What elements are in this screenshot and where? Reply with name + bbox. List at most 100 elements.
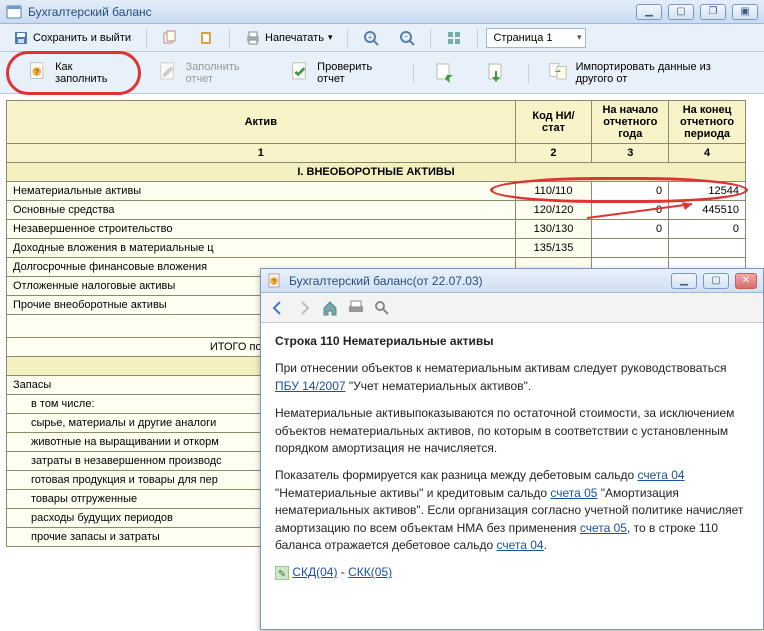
help-titlebar: ? Бухгалтерский баланс(от 22.07.03) ▁ ▢ … — [261, 269, 763, 293]
svg-text:+: + — [368, 33, 373, 42]
help-formula: ✎ СКД(04) - СКК(05) — [275, 564, 749, 581]
row-code[interactable]: 135/135 — [515, 239, 592, 258]
home-icon[interactable] — [321, 299, 339, 317]
row-begin[interactable]: 0 — [592, 182, 669, 201]
help-maximize-button[interactable]: ▢ — [703, 273, 729, 289]
export-icon — [433, 61, 457, 85]
restore-button[interactable]: ❐ — [700, 4, 726, 20]
link-pbu[interactable]: ПБУ 14/2007 — [275, 379, 346, 393]
link-skd[interactable]: СКД(04) — [292, 565, 337, 579]
page-label: Страница 1 — [493, 32, 552, 44]
separator — [347, 28, 348, 48]
zoom-in-button[interactable]: + — [356, 27, 386, 49]
printer-icon — [245, 30, 261, 46]
export-arrow-icon — [485, 61, 509, 85]
table-row: Доходные вложения в материальные ц 135/1… — [7, 239, 746, 258]
save-icon — [13, 30, 29, 46]
row-code[interactable]: 120/120 — [515, 201, 592, 220]
zoom-out-button[interactable]: − — [392, 27, 422, 49]
save-exit-label: Сохранить и выйти — [33, 32, 131, 44]
table-row: Основные средства 120/120 0 445510 — [7, 201, 746, 220]
link-account-05[interactable]: счета 05 — [580, 521, 627, 535]
row-begin[interactable]: 0 — [592, 220, 669, 239]
window-controls: ▁ ▢ ❐ ▣ — [636, 4, 758, 20]
header-end: На конец отчетного периода — [669, 101, 746, 144]
maximize-button[interactable]: ▢ — [668, 4, 694, 20]
print-label: Напечатать — [265, 32, 324, 44]
export-button-2[interactable] — [474, 56, 520, 90]
table-row: Нематериальные активы 110/110 0 12544 — [7, 182, 746, 201]
separator — [477, 28, 478, 48]
row-code[interactable]: 110/110 — [515, 182, 592, 201]
row-end[interactable]: 445510 — [669, 201, 746, 220]
svg-text:?: ? — [34, 68, 39, 77]
help-toolbar — [261, 293, 763, 323]
separator — [413, 63, 414, 83]
page-selector[interactable]: Страница 1 — [486, 28, 586, 48]
row-code[interactable]: 130/130 — [515, 220, 592, 239]
link-account-04[interactable]: счета 04 — [496, 538, 543, 552]
header-n2: 2 — [515, 144, 592, 163]
import-icon — [548, 61, 570, 85]
copy-icon — [162, 30, 178, 46]
section-1-title: I. ВНЕОБОРОТНЫЕ АКТИВЫ — [7, 163, 746, 182]
separator — [146, 28, 147, 48]
separator — [528, 63, 529, 83]
link-account-04[interactable]: счета 04 — [638, 468, 685, 482]
help-window: ? Бухгалтерский баланс(от 22.07.03) ▁ ▢ … — [260, 268, 764, 630]
help-title: Бухгалтерский баланс(от 22.07.03) — [289, 274, 483, 288]
svg-text:−: − — [404, 32, 409, 41]
separator — [430, 28, 431, 48]
check-page-icon — [290, 61, 312, 85]
help-paragraph: Показатель формируется как разница между… — [275, 467, 749, 554]
separator — [229, 28, 230, 48]
find-icon[interactable] — [373, 299, 391, 317]
fill-report-label: Заполнить отчет — [186, 61, 262, 85]
print-icon[interactable] — [347, 299, 365, 317]
toolbar-secondary: ? Как заполнить Заполнить отчет Проверит… — [0, 52, 764, 94]
main-titlebar: Бухгалтерский баланс ▁ ▢ ❐ ▣ — [0, 0, 764, 24]
fill-report-button[interactable]: Заполнить отчет — [147, 56, 273, 90]
zoom-in-icon: + — [363, 30, 379, 46]
help-close-button[interactable]: ✕ — [735, 273, 757, 289]
save-exit-button[interactable]: Сохранить и выйти — [6, 27, 138, 49]
export-button-1[interactable] — [422, 56, 468, 90]
help-minimize-button[interactable]: ▁ — [671, 273, 697, 289]
grid-icon — [446, 30, 462, 46]
tool-button[interactable] — [439, 27, 469, 49]
svg-text:?: ? — [272, 279, 276, 286]
header-n4: 4 — [669, 144, 746, 163]
help-paragraph: Нематериальные активыпоказываются по ост… — [275, 405, 749, 457]
row-label: Основные средства — [7, 201, 516, 220]
dropdown-icon: ▾ — [328, 32, 333, 43]
help-app-icon: ? — [267, 273, 283, 289]
link-skk[interactable]: СКК(05) — [348, 565, 392, 579]
minimize-button[interactable]: ▁ — [636, 4, 662, 20]
how-fill-button[interactable]: ? Как заполнить — [17, 56, 130, 90]
copy-button[interactable] — [155, 27, 185, 49]
forward-icon[interactable] — [295, 299, 313, 317]
help-heading: Строка 110 Нематериальные активы — [275, 334, 493, 348]
close-button[interactable]: ▣ — [732, 4, 758, 20]
check-report-label: Проверить отчет — [317, 61, 394, 85]
row-end[interactable]: 0 — [669, 220, 746, 239]
back-icon[interactable] — [269, 299, 287, 317]
import-button[interactable]: Импортировать данные из другого от — [537, 56, 758, 90]
header-asset: Актив — [7, 101, 516, 144]
table-row: Незавершенное строительство 130/130 0 0 — [7, 220, 746, 239]
check-report-button[interactable]: Проверить отчет — [279, 56, 406, 90]
header-n3: 3 — [592, 144, 669, 163]
paste-icon — [198, 30, 214, 46]
help-body[interactable]: Строка 110 Нематериальные активы При отн… — [261, 323, 763, 621]
link-account-05[interactable]: счета 05 — [550, 486, 597, 500]
pencil-page-icon — [158, 61, 180, 85]
row-label: Незавершенное строительство — [7, 220, 516, 239]
print-button[interactable]: Напечатать ▾ — [238, 27, 339, 49]
header-n1: 1 — [7, 144, 516, 163]
toolbar-primary: Сохранить и выйти Напечатать ▾ + − Стран… — [0, 24, 764, 52]
row-label: Нематериальные активы — [7, 182, 516, 201]
highlight-how-fill: ? Как заполнить — [6, 51, 141, 95]
paste-button[interactable] — [191, 27, 221, 49]
row-begin[interactable]: 0 — [592, 201, 669, 220]
row-end[interactable]: 12544 — [669, 182, 746, 201]
